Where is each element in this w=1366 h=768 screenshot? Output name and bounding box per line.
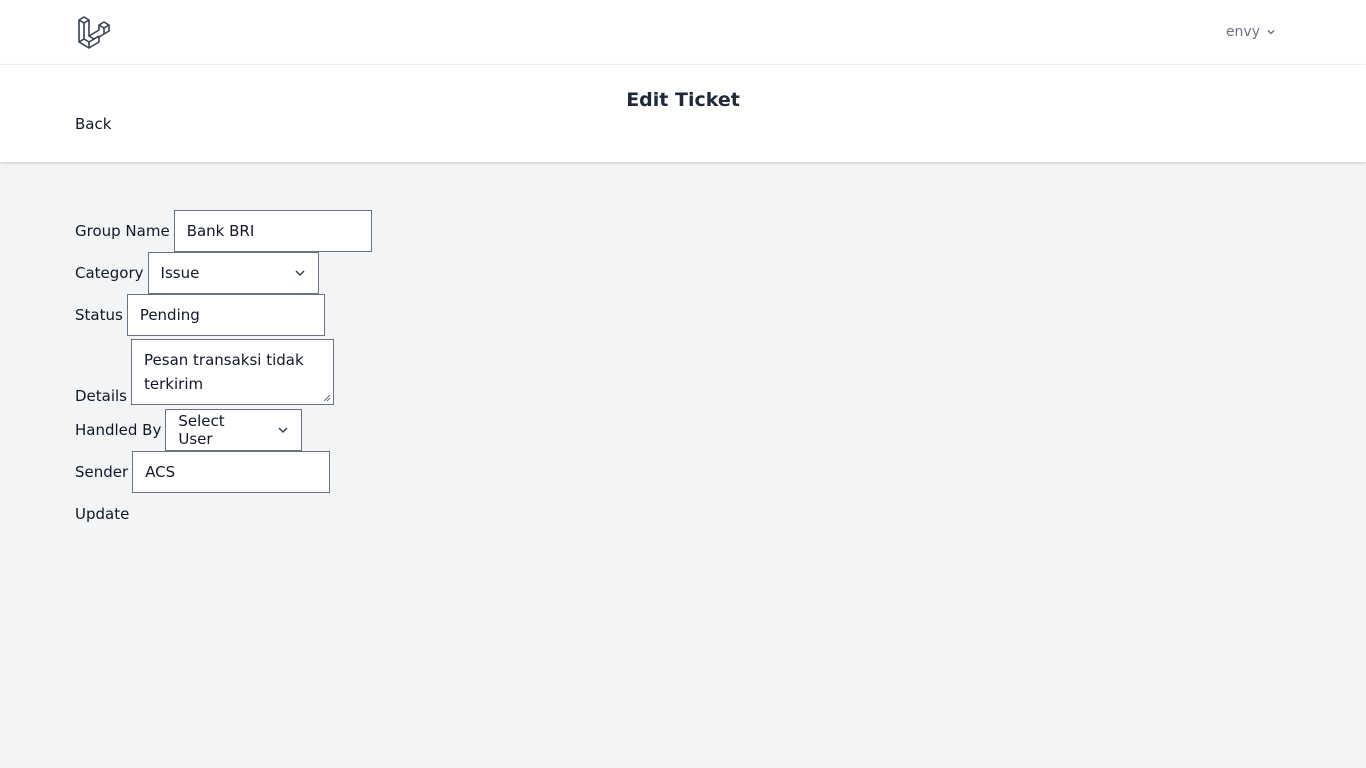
details-textarea[interactable]: Pesan transaksi tidak terkirim xyxy=(131,339,335,405)
category-row: Category Issue xyxy=(75,252,372,294)
category-label: Category xyxy=(75,264,144,282)
sender-label: Sender xyxy=(75,463,129,481)
details-row: Details Pesan transaksi tidak terkirim xyxy=(75,336,372,409)
chevron-down-icon xyxy=(278,427,288,434)
handled-by-row: Handled By Select User xyxy=(75,409,372,451)
chevron-down-icon xyxy=(1267,30,1275,35)
resize-grip-icon[interactable] xyxy=(323,394,331,402)
edit-ticket-form: Group Name Bank BRI Category Issue Statu… xyxy=(75,210,372,523)
details-text: Pesan transaksi tidak terkirim xyxy=(144,351,304,393)
group-name-input[interactable]: Bank BRI xyxy=(173,210,372,252)
category-selected-value: Issue xyxy=(160,264,200,282)
sender-row: Sender ACS xyxy=(75,451,372,493)
page-header: Edit Ticket Back xyxy=(0,65,1366,162)
group-name-row: Group Name Bank BRI xyxy=(75,210,372,252)
status-label: Status xyxy=(75,306,123,324)
update-button[interactable]: Update xyxy=(75,505,129,523)
user-menu-dropdown[interactable]: envy xyxy=(1226,22,1276,42)
status-input[interactable]: Pending xyxy=(126,294,325,336)
page-title: Edit Ticket xyxy=(626,89,740,111)
sender-input[interactable]: ACS xyxy=(132,451,331,493)
details-label: Details xyxy=(75,387,128,405)
user-name: envy xyxy=(1225,24,1260,40)
chevron-down-icon xyxy=(295,270,305,277)
category-select[interactable]: Issue xyxy=(147,252,319,294)
status-row: Status Pending xyxy=(75,294,372,336)
laravel-logo-icon[interactable] xyxy=(78,15,111,49)
handled-by-label: Handled By xyxy=(75,421,162,439)
top-navigation: envy xyxy=(0,0,1366,65)
group-name-label: Group Name xyxy=(75,222,170,240)
back-link[interactable]: Back xyxy=(75,115,111,133)
handled-by-selected-value: Select User xyxy=(178,412,225,448)
handled-by-select[interactable]: Select User xyxy=(165,409,303,451)
